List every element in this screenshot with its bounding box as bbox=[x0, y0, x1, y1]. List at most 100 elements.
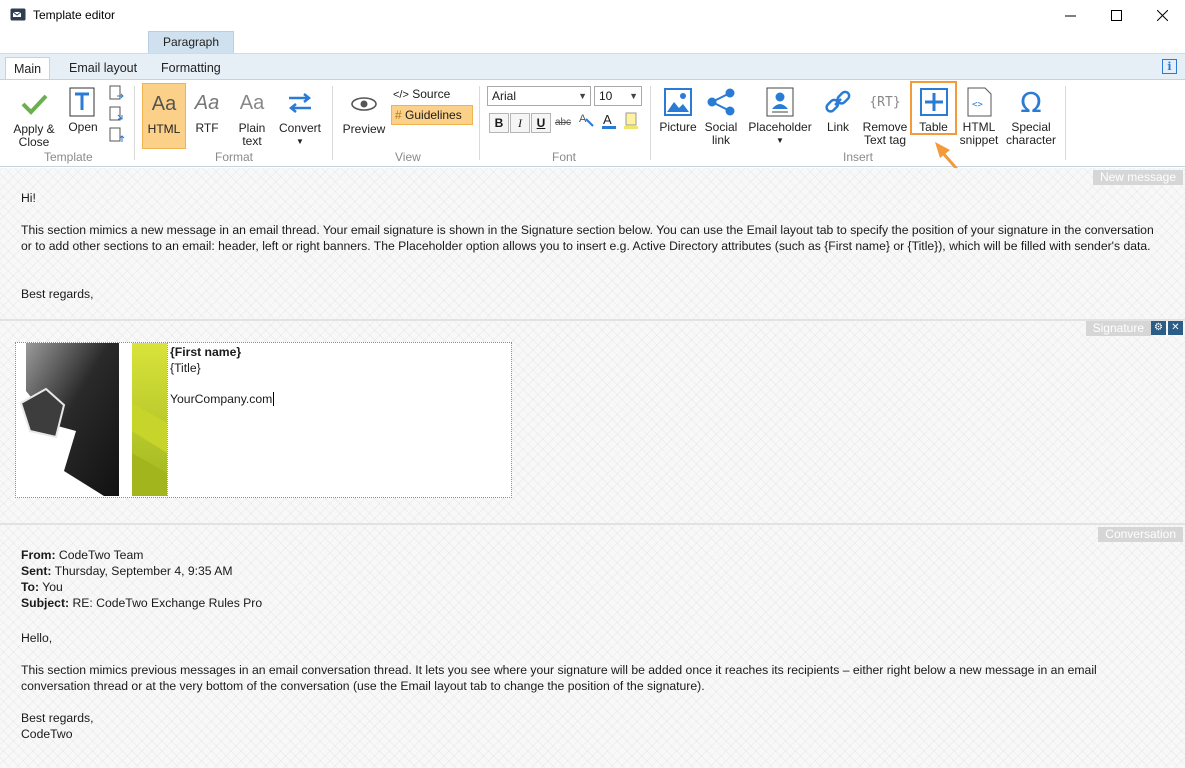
app-icon bbox=[10, 8, 26, 21]
separator bbox=[650, 86, 651, 160]
signature-title: {Title} bbox=[170, 361, 201, 375]
link-button[interactable]: Link bbox=[820, 86, 856, 134]
conversation-from: From: CodeTwo Team bbox=[21, 548, 144, 562]
guidelines-toggle[interactable]: # Guidelines bbox=[391, 105, 473, 125]
conversation-label: Conversation bbox=[1098, 527, 1183, 542]
font-group-label: Font bbox=[552, 150, 577, 164]
conversation-body: This section mimics previous messages in… bbox=[21, 663, 1097, 693]
apply-close-button[interactable]: Apply & Close bbox=[8, 88, 60, 149]
picture-icon bbox=[662, 86, 694, 118]
insert-group-label: Insert bbox=[843, 150, 874, 164]
maximize-button[interactable] bbox=[1093, 0, 1139, 31]
gear-icon: ⚙ bbox=[1154, 322, 1163, 333]
font-size-select[interactable]: 10 ▼ bbox=[594, 86, 642, 106]
open-template-icon bbox=[67, 86, 99, 118]
clear-format-icon[interactable]: A bbox=[576, 111, 596, 131]
tab-main[interactable]: Main bbox=[5, 57, 51, 81]
chevron-down-icon: ▼ bbox=[578, 91, 587, 101]
tab-formatting[interactable]: Formatting bbox=[153, 57, 229, 81]
separator bbox=[134, 86, 135, 160]
chevron-down-icon: ▼ bbox=[296, 137, 304, 146]
open-button[interactable]: Open bbox=[63, 86, 103, 134]
new-message-body: This section mimics a new message in an … bbox=[21, 223, 1154, 253]
rtf-aa-icon: Aa bbox=[194, 91, 220, 114]
share-icon bbox=[705, 86, 737, 118]
signature-settings-button[interactable]: ⚙ bbox=[1151, 321, 1166, 335]
special-character-button[interactable]: Ω Special character bbox=[1003, 86, 1059, 147]
rt-tag-icon: {RT} bbox=[869, 94, 901, 110]
svg-text:A: A bbox=[579, 113, 587, 125]
italic-button[interactable]: I bbox=[510, 113, 530, 133]
close-icon: ✕ bbox=[1171, 322, 1180, 333]
table-icon bbox=[918, 86, 950, 118]
ribbon: Apply & Close Open Template Aa HTML Aa R… bbox=[0, 79, 1185, 167]
contextual-tab-header: Paragraph bbox=[148, 31, 234, 53]
rtf-format-button[interactable]: Aa RTF bbox=[190, 87, 224, 135]
new-message-closing: Best regards, bbox=[21, 287, 94, 301]
placeholder-button[interactable]: Placeholder ▼ bbox=[746, 86, 814, 147]
import-icon[interactable] bbox=[108, 127, 126, 145]
separator bbox=[479, 86, 480, 160]
preview-button[interactable]: Preview bbox=[341, 88, 387, 136]
link-icon bbox=[822, 86, 854, 118]
conversation-sent: Sent: Thursday, September 4, 9:35 AM bbox=[21, 564, 233, 578]
close-icon bbox=[1156, 10, 1168, 21]
template-small-actions bbox=[108, 85, 126, 145]
section-divider bbox=[0, 523, 1185, 525]
signature-first-name: {First name} bbox=[170, 345, 242, 359]
new-message-greeting: Hi! bbox=[21, 191, 36, 205]
chevron-down-icon: ▼ bbox=[629, 91, 638, 101]
tab-email-layout[interactable]: Email layout bbox=[61, 57, 145, 81]
underline-button[interactable]: U bbox=[531, 113, 551, 133]
omega-icon: Ω bbox=[1020, 85, 1042, 119]
section-divider bbox=[0, 319, 1185, 321]
svg-text:A: A bbox=[603, 112, 612, 127]
code-icon: </> bbox=[393, 89, 409, 101]
close-button[interactable] bbox=[1139, 0, 1185, 31]
signature-website: YourCompany.com bbox=[170, 392, 275, 406]
conversation-greeting: Hello, bbox=[21, 631, 53, 645]
grid-icon: # bbox=[395, 108, 402, 122]
conversation-closing: Best regards, bbox=[21, 711, 94, 725]
view-group-label: View bbox=[395, 150, 421, 164]
export-icon[interactable] bbox=[108, 85, 126, 103]
ribbon-tabs: Main Email layout Formatting i bbox=[0, 53, 1185, 81]
signature-label: Signature bbox=[1085, 321, 1151, 336]
company-logo bbox=[16, 343, 167, 496]
svg-text:<>: <> bbox=[972, 100, 983, 110]
source-button[interactable]: </> Source bbox=[393, 86, 450, 104]
info-icon[interactable]: i bbox=[1162, 59, 1177, 74]
highlight-color-icon[interactable] bbox=[621, 111, 641, 131]
eye-icon bbox=[348, 88, 380, 120]
signature-close-button[interactable]: ✕ bbox=[1168, 321, 1183, 335]
html-aa-icon: Aa bbox=[151, 92, 177, 115]
picture-button[interactable]: Picture bbox=[657, 86, 699, 134]
separator bbox=[1065, 86, 1066, 160]
signature-cell-divider bbox=[167, 343, 168, 496]
window-title: Template editor bbox=[33, 8, 116, 22]
format-group-label: Format bbox=[215, 150, 254, 164]
font-family-select[interactable]: Arial ▼ bbox=[487, 86, 591, 106]
chevron-down-icon: ▼ bbox=[776, 136, 784, 145]
conversation-subject: Subject: RE: CodeTwo Exchange Rules Pro bbox=[21, 596, 263, 610]
maximize-icon bbox=[1110, 10, 1122, 21]
plain-aa-icon: Aa bbox=[239, 91, 265, 114]
separator bbox=[332, 86, 333, 160]
remove-text-tag-button[interactable]: {RT} Remove Text tag bbox=[861, 86, 909, 147]
table-button[interactable]: Table bbox=[910, 81, 957, 135]
plain-text-format-button[interactable]: Aa Plain text bbox=[232, 87, 272, 148]
bold-button[interactable]: B bbox=[489, 113, 509, 133]
title-bar: Template editor bbox=[0, 0, 1185, 31]
font-color-icon[interactable]: A bbox=[599, 111, 619, 131]
new-message-label: New message bbox=[1092, 170, 1183, 185]
checkmark-icon bbox=[18, 88, 50, 120]
minimize-icon bbox=[1064, 15, 1076, 17]
conversation-sender: CodeTwo bbox=[21, 727, 73, 741]
html-format-button[interactable]: Aa HTML bbox=[142, 83, 186, 149]
convert-arrows-icon bbox=[284, 87, 316, 119]
convert-button[interactable]: Convert ▼ bbox=[277, 87, 323, 148]
social-link-button[interactable]: Social link bbox=[702, 86, 740, 147]
save-icon[interactable] bbox=[108, 106, 126, 124]
minimize-button[interactable] bbox=[1047, 0, 1093, 31]
strikethrough-button[interactable]: abc bbox=[553, 113, 573, 133]
